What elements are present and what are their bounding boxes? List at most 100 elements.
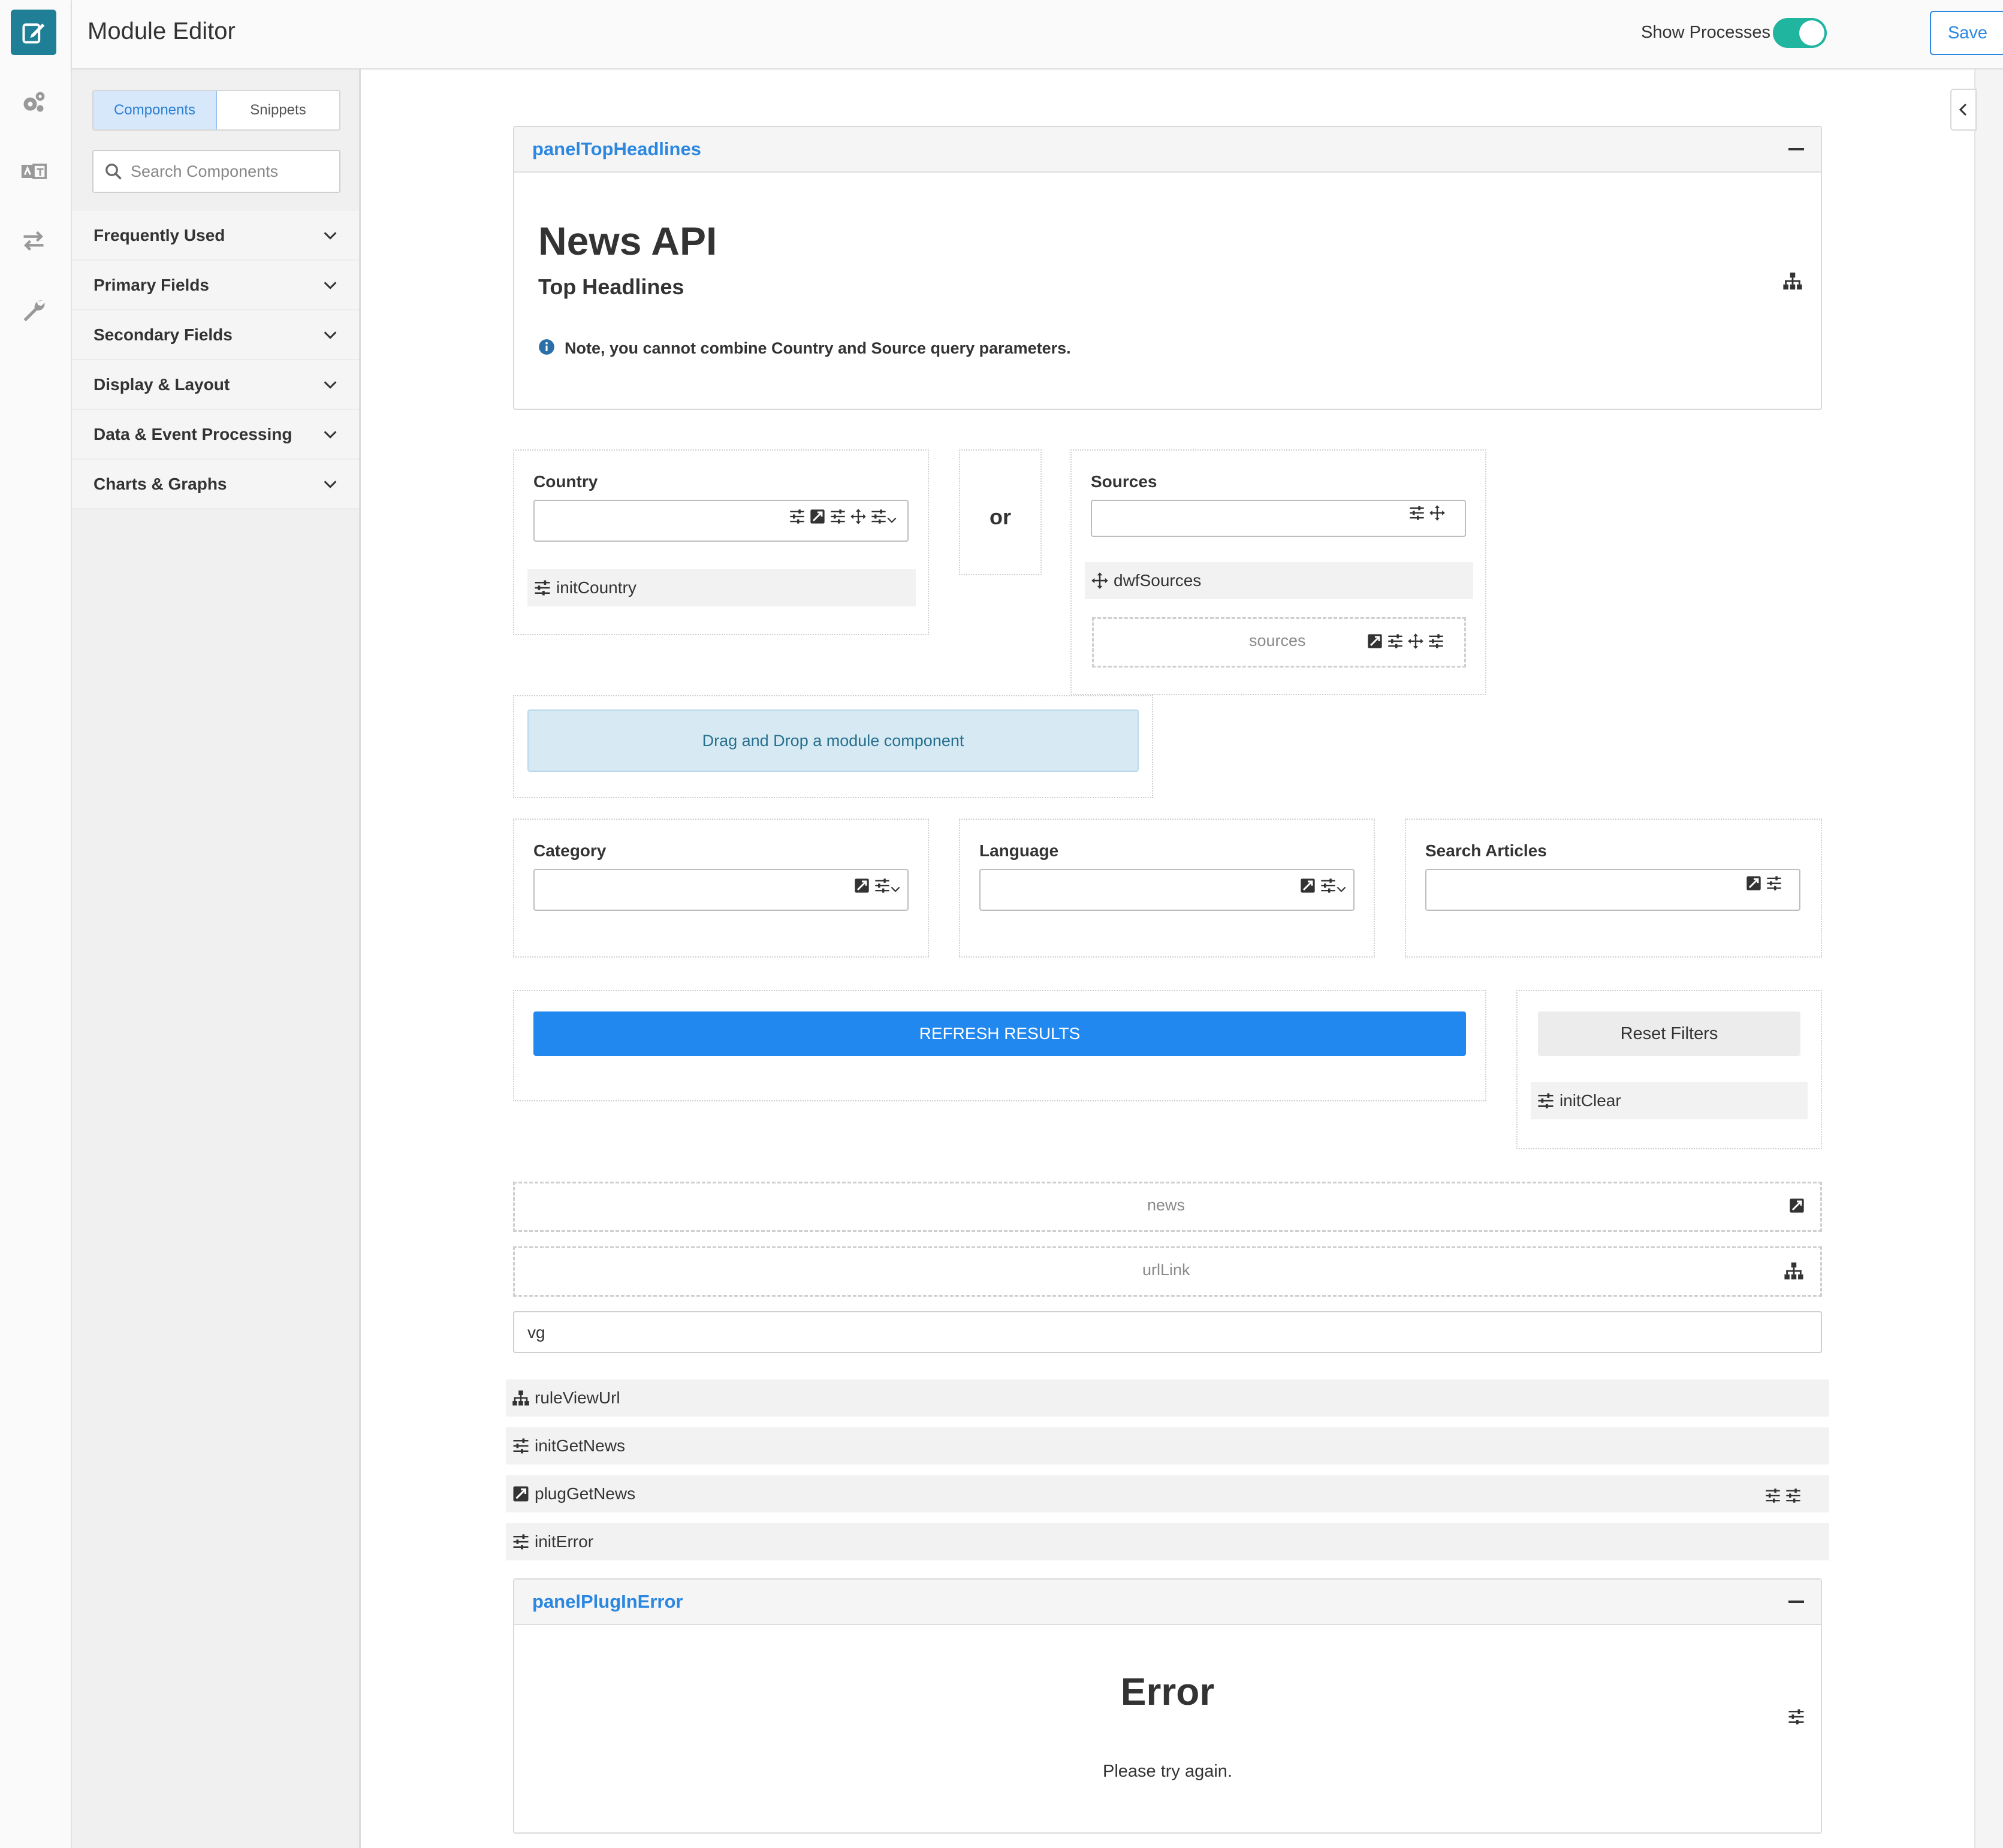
category-label: Frequently Used — [93, 225, 225, 244]
translate-icon[interactable] — [11, 149, 56, 194]
panel-header: panelPlugInError — [514, 1580, 1821, 1625]
category-secondary-fields[interactable]: Secondary Fields — [72, 310, 359, 360]
right-panel-edge — [1974, 70, 2003, 1848]
sliders-icon[interactable] — [874, 877, 891, 894]
swap-arrows-icon[interactable] — [11, 218, 56, 264]
collapse-minus-icon[interactable] — [1788, 1601, 1804, 1603]
reset-filters-button[interactable]: Reset Filters — [1538, 1011, 1800, 1056]
sliders-icon — [533, 579, 551, 597]
edit-icon[interactable] — [11, 10, 56, 55]
sliders-icon[interactable] — [1408, 505, 1425, 521]
sliders-icon[interactable] — [870, 508, 887, 525]
sliders-icon — [1537, 1092, 1555, 1110]
error-message: Please try again. — [1102, 1762, 1232, 1781]
rule-tree-icon — [512, 1389, 530, 1407]
category-charts-graphs[interactable]: Charts & Graphs — [72, 460, 359, 509]
chevron-down-icon[interactable] — [886, 514, 898, 526]
plug-icon[interactable] — [1745, 875, 1762, 892]
panel-title[interactable]: panelTopHeadlines — [532, 138, 701, 160]
process-init-clear[interactable]: initClear — [1531, 1082, 1808, 1119]
drag-drop-zone[interactable]: Drag and Drop a module component — [527, 709, 1139, 772]
search-components[interactable] — [92, 150, 340, 193]
sources-variable-icons — [1366, 633, 1444, 650]
move-icon[interactable] — [1429, 505, 1446, 521]
chevron-down-icon[interactable] — [1335, 883, 1347, 895]
sliders-icon[interactable] — [1320, 877, 1337, 894]
tab-components[interactable]: Components — [93, 91, 217, 129]
chevron-down-icon — [322, 476, 339, 493]
category-select[interactable] — [533, 869, 909, 911]
rule-tree-icon[interactable] — [1784, 1261, 1804, 1281]
tab-snippets[interactable]: Snippets — [217, 91, 339, 129]
plug-icon — [512, 1485, 530, 1503]
category-label: Data & Event Processing — [93, 424, 292, 443]
plug-icon[interactable] — [853, 877, 870, 894]
sidebar-tabs: Components Snippets — [92, 90, 340, 131]
app-header: Module Editor Show Processes Save ••• — [72, 0, 2003, 70]
chevron-down-icon — [322, 227, 339, 244]
refresh-results-button[interactable]: REFRESH RESULTS — [533, 1011, 1466, 1056]
wrench-icon[interactable] — [11, 288, 56, 333]
chevron-down-icon — [322, 426, 339, 443]
sliders-icon[interactable] — [1787, 1708, 1805, 1726]
sliders-icon[interactable] — [789, 508, 806, 525]
error-heading: Error — [1120, 1670, 1215, 1713]
process-dwf-sources[interactable]: dwfSources — [1085, 562, 1473, 599]
process-label: ruleViewUrl — [535, 1388, 620, 1407]
country-label: Country — [533, 472, 598, 491]
search-input[interactable] — [131, 162, 328, 181]
category-label: Category — [533, 841, 607, 860]
plug-icon[interactable] — [1299, 877, 1316, 894]
plug-icon[interactable] — [809, 508, 826, 525]
search-articles-label: Search Articles — [1425, 841, 1547, 860]
save-button[interactable]: Save — [1930, 11, 2003, 55]
settings-gears-icon[interactable] — [11, 79, 56, 125]
show-processes-toggle[interactable] — [1773, 18, 1827, 48]
language-select[interactable] — [979, 869, 1355, 911]
sources-field-icons — [1408, 505, 1446, 521]
sliders-icon[interactable] — [1764, 1487, 1781, 1504]
process-label: initClear — [1559, 1091, 1621, 1110]
panel-title[interactable]: panelPlugInError — [532, 1591, 683, 1613]
process-init-error[interactable]: initError — [506, 1523, 1829, 1560]
process-rule-view-url[interactable]: ruleViewUrl — [506, 1379, 1829, 1417]
chevron-down-icon — [322, 327, 339, 343]
news-api-heading: News API — [538, 219, 717, 263]
chevron-down-icon[interactable] — [889, 883, 901, 895]
or-text: or — [990, 505, 1011, 529]
search-articles-input[interactable] — [1425, 869, 1800, 911]
show-processes-label: Show Processes — [1641, 23, 1770, 42]
plug-icon[interactable] — [1366, 633, 1383, 650]
urllink-variable-label: urlLink — [1142, 1261, 1190, 1279]
category-list: Frequently Used Primary Fields Secondary… — [72, 211, 359, 509]
sources-variable-label: sources — [1249, 632, 1306, 650]
category-frequently-used[interactable]: Frequently Used — [72, 211, 359, 261]
rule-tree-icon[interactable] — [1782, 271, 1803, 291]
country-field-icons — [789, 507, 898, 526]
category-data-event-processing[interactable]: Data & Event Processing — [72, 410, 359, 460]
sliders-icon[interactable] — [829, 508, 846, 525]
move-icon[interactable] — [1407, 633, 1424, 650]
vg-input[interactable]: vg — [513, 1311, 1822, 1353]
plug-get-news-icons — [1764, 1487, 1802, 1504]
components-sidebar: Components Snippets Frequently Used Prim… — [72, 70, 361, 1848]
news-variable-label: news — [1147, 1196, 1185, 1214]
process-label: dwfSources — [1114, 571, 1202, 590]
move-icon[interactable] — [850, 508, 867, 525]
plug-icon[interactable] — [1788, 1197, 1805, 1214]
category-display-layout[interactable]: Display & Layout — [72, 360, 359, 410]
sliders-icon[interactable] — [1785, 1487, 1802, 1504]
sliders-icon[interactable] — [1766, 875, 1782, 892]
collapse-panel-button[interactable] — [1950, 89, 1977, 131]
panel-top-headlines[interactable]: panelTopHeadlines — [513, 126, 1822, 410]
sources-label: Sources — [1091, 472, 1157, 491]
category-primary-fields[interactable]: Primary Fields — [72, 261, 359, 310]
process-init-get-news[interactable]: initGetNews — [506, 1427, 1829, 1464]
sliders-icon[interactable] — [1428, 633, 1444, 650]
category-field-icons — [853, 876, 901, 895]
process-init-country[interactable]: initCountry — [527, 569, 916, 606]
process-plug-get-news[interactable]: plugGetNews — [506, 1475, 1829, 1512]
collapse-minus-icon[interactable] — [1788, 148, 1804, 150]
sliders-icon[interactable] — [1387, 633, 1404, 650]
icon-rail — [0, 0, 72, 1848]
